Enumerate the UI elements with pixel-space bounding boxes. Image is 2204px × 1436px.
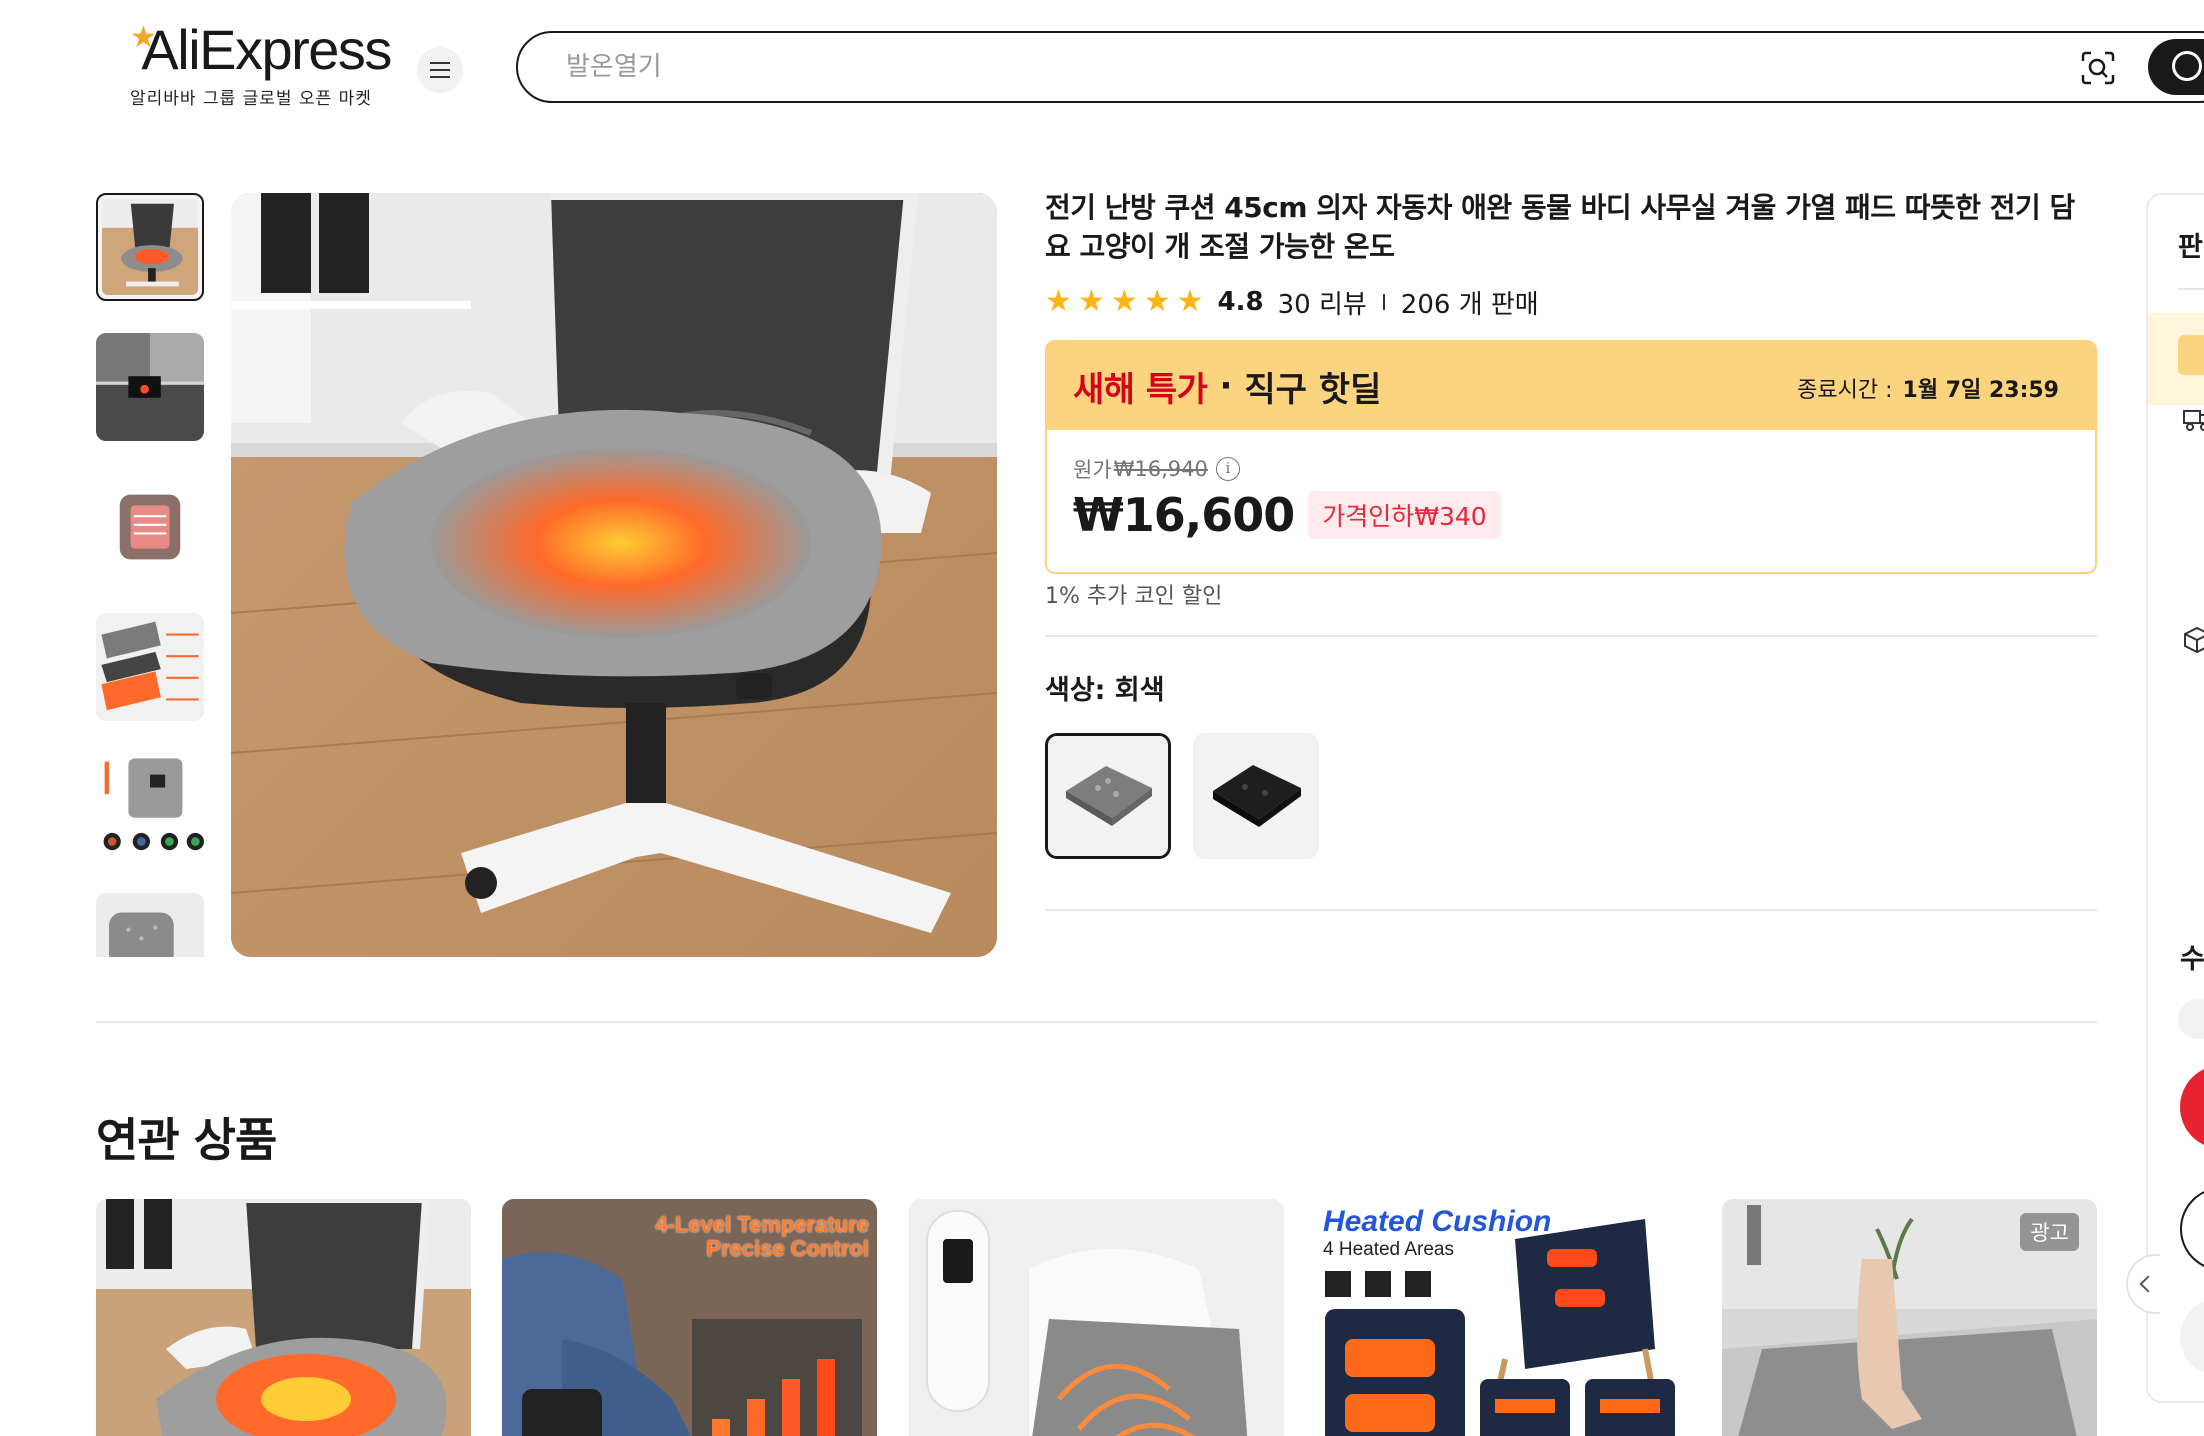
thumbnail-image: [96, 473, 204, 581]
current-price: ₩16,600: [1073, 488, 1295, 542]
star-icon: ★: [1176, 284, 1204, 319]
add-to-cart-button[interactable]: [2180, 1187, 2204, 1271]
thumbnail-image: [102, 199, 198, 295]
divider: [1045, 909, 2097, 911]
aliexpress-logo[interactable]: ★AliExpress 알리바바 그룹 글로벌 오픈 마켓: [130, 22, 392, 110]
rating-row: ★ ★ ★ ★ ★ 4.8 30 리뷰 206 개 판매: [1045, 284, 1539, 320]
collapse-panel-arrow-icon[interactable]: [2126, 1254, 2160, 1314]
divider: [2178, 288, 2204, 290]
deal-banner: 새해 특가 · 직구 핫딜 종료시간 :1월 7일 23:59: [1047, 342, 2095, 430]
search-bar: [516, 31, 2204, 103]
thumbnail-image: [96, 753, 204, 861]
star-icon: ★: [1045, 284, 1072, 319]
purchase-side-panel: 판 수: [2146, 193, 2204, 1403]
thumbnail-list: [96, 193, 206, 957]
deal-end-time: 종료시간 :1월 7일 23:59: [1797, 378, 2059, 403]
related-product-card[interactable]: [96, 1199, 471, 1436]
thumbnail-image: [96, 613, 204, 721]
price-area: 원가 ₩16,940 i ₩16,600 가격인하₩340: [1047, 430, 2095, 542]
ad-badge: 광고: [2020, 1213, 2079, 1251]
original-price-row: 원가 ₩16,940 i: [1073, 454, 2069, 484]
price-row: ₩16,600 가격인하₩340: [1073, 488, 2069, 542]
deal-name: 새해 특가: [1073, 369, 1208, 410]
coin-discount: 1% 추가 코인 할인: [1045, 584, 1223, 609]
coupon-banner[interactable]: [2148, 313, 2204, 405]
original-price-label: 원가: [1073, 458, 1112, 482]
thumbnail-6[interactable]: [96, 893, 204, 957]
divider: [1382, 294, 1385, 310]
card-overlay-subtitle: 4 Heated Areas: [1323, 1239, 1454, 1260]
related-product-card[interactable]: 4-Level Temperature Precise Control: [502, 1199, 877, 1436]
wishlist-button[interactable]: [2180, 1299, 2204, 1375]
rating-score: 4.8: [1217, 287, 1264, 317]
image-search-icon[interactable]: [2080, 50, 2116, 86]
swatch-image: [1048, 736, 1168, 856]
search-input[interactable]: [518, 33, 2018, 101]
buy-now-button[interactable]: [2180, 1065, 2204, 1149]
logo-subtitle: 알리바바 그룹 글로벌 오픈 마켓: [130, 89, 372, 109]
related-product-image: [96, 1199, 471, 1436]
logo-text: AliExpress: [141, 18, 392, 81]
thumbnail-image: [96, 893, 204, 957]
swatch-image: [1193, 733, 1319, 859]
star-icon: ★: [1077, 284, 1105, 319]
category-menu-button[interactable]: [417, 47, 463, 93]
star-icon: ★: [1143, 284, 1171, 319]
star-icon: ★: [1110, 284, 1138, 319]
main-product-image[interactable]: [231, 193, 997, 957]
deal-box: 새해 특가 · 직구 핫딜 종료시간 :1월 7일 23:59 원가 ₩16,9…: [1045, 340, 2097, 574]
color-swatch-black[interactable]: [1193, 733, 1319, 859]
search-icon: [2172, 51, 2202, 81]
divider: [1045, 635, 2097, 637]
original-price: ₩16,940: [1113, 457, 1208, 481]
related-products-heading: 연관 상품: [96, 1113, 277, 1167]
color-swatch-gray[interactable]: [1045, 733, 1171, 859]
product-photo: [231, 193, 997, 957]
divider: [96, 1021, 2097, 1023]
related-product-image: [909, 1199, 1284, 1436]
related-product-card[interactable]: 광고: [1722, 1199, 2097, 1436]
card-overlay-title: Heated Cushion: [1323, 1205, 1552, 1238]
thumbnail-4[interactable]: [96, 613, 204, 721]
coupon-chip: [2178, 335, 2204, 375]
thumbnail-2[interactable]: [96, 333, 204, 441]
related-product-card[interactable]: Heated Cushion 4 Heated Areas: [1315, 1199, 1690, 1436]
quantity-stepper[interactable]: [2178, 999, 2204, 1039]
card-overlay-text: 4-Level Temperature Precise Control: [655, 1212, 869, 1261]
hamburger-icon: [430, 62, 450, 78]
review-count-link[interactable]: 30 리뷰: [1278, 284, 1367, 321]
shipping-truck-icon: [2183, 410, 2204, 431]
info-icon[interactable]: i: [1215, 457, 1240, 481]
related-product-card[interactable]: [909, 1199, 1284, 1436]
quantity-label: 수: [2180, 944, 2204, 975]
package-icon: [2184, 626, 2204, 654]
search-button[interactable]: [2148, 39, 2204, 95]
side-panel-heading: 판: [2178, 232, 2203, 263]
deal-separator: ·: [1219, 366, 1233, 406]
discount-badge: 가격인하₩340: [1308, 491, 1501, 539]
sold-count: 206 개 판매: [1400, 289, 1539, 320]
thumbnail-3[interactable]: [96, 473, 204, 581]
color-label: 색상: 회색: [1045, 675, 1165, 706]
product-title: 전기 난방 쿠션 45cm 의자 자동차 애완 동물 바디 사무실 겨울 가열 …: [1045, 191, 2075, 263]
deal-subtitle: 직구 핫딜: [1244, 369, 1382, 410]
thumbnail-image: [96, 333, 204, 441]
rating-stars[interactable]: ★ ★ ★ ★ ★: [1045, 287, 1204, 317]
thumbnail-1[interactable]: [96, 193, 204, 301]
thumbnail-5[interactable]: [96, 753, 204, 861]
